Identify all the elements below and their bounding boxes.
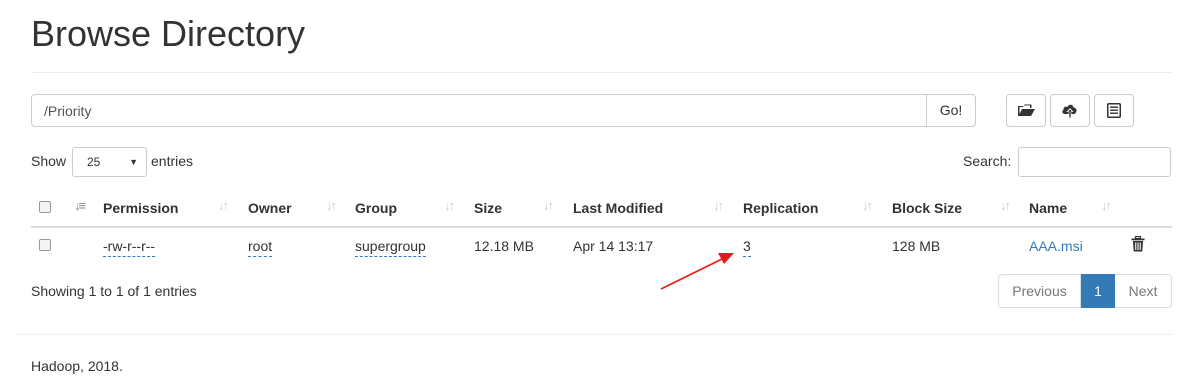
sort-icon[interactable]: ↓↑ <box>218 197 229 215</box>
sort-icon[interactable]: ↓↑ <box>1000 197 1011 215</box>
delete-button[interactable] <box>1131 235 1145 255</box>
sort-icon[interactable]: ↓≡ <box>74 197 86 215</box>
directory-path-input[interactable] <box>31 94 927 127</box>
sort-icon[interactable]: ↓↑ <box>444 197 455 215</box>
entries-length-select[interactable]: 25 ▼ <box>72 147 147 177</box>
search-input[interactable] <box>1018 147 1171 177</box>
next-page-button[interactable]: Next <box>1115 274 1172 308</box>
owner-cell[interactable]: root <box>248 237 273 257</box>
go-button[interactable]: Go! <box>926 94 976 127</box>
page-title: Browse Directory <box>31 13 306 54</box>
last-modified-cell: Apr 14 13:17 <box>573 238 654 254</box>
previous-page-button[interactable]: Previous <box>998 274 1081 308</box>
column-header-replication[interactable]: Replication <box>743 199 818 217</box>
cut-paste-button[interactable] <box>1094 94 1134 127</box>
column-header-block-size[interactable]: Block Size <box>892 199 962 217</box>
cloud-upload-icon <box>1061 103 1079 119</box>
search-label: Search: <box>963 153 1012 169</box>
block-size-cell: 128 MB <box>892 238 941 254</box>
group-cell[interactable]: supergroup <box>355 237 426 257</box>
trash-icon <box>1131 235 1145 255</box>
chevron-down-icon: ▼ <box>129 157 138 167</box>
row-checkbox[interactable] <box>39 239 51 251</box>
column-header-last-modified[interactable]: Last Modified <box>573 199 663 217</box>
entries-label: entries <box>151 153 194 169</box>
replication-cell[interactable]: 3 <box>743 237 751 257</box>
permission-cell[interactable]: -rw-r--r-- <box>103 237 156 257</box>
table-header-divider <box>31 226 1172 228</box>
upload-files-button[interactable] <box>1050 94 1090 127</box>
file-name-link[interactable]: AAA.msi <box>1029 237 1083 255</box>
current-page-button[interactable]: 1 <box>1081 274 1115 308</box>
column-header-owner[interactable]: Owner <box>248 199 292 217</box>
footer-divider <box>16 334 1172 335</box>
select-all-checkbox[interactable] <box>39 201 51 213</box>
entries-length-value: 25 <box>87 155 101 169</box>
sort-icon[interactable]: ↓↑ <box>543 197 554 215</box>
folder-open-icon <box>1017 104 1035 117</box>
column-header-size[interactable]: Size <box>474 199 502 217</box>
create-directory-button[interactable] <box>1006 94 1046 127</box>
table-info: Showing 1 to 1 of 1 entries <box>31 283 197 299</box>
list-alt-icon <box>1107 103 1121 118</box>
column-header-group[interactable]: Group <box>355 199 397 217</box>
sort-icon[interactable]: ↓↑ <box>326 197 337 215</box>
show-label: Show <box>31 153 67 169</box>
sort-icon[interactable]: ↓↑ <box>862 197 873 215</box>
sort-icon[interactable]: ↓↑ <box>1101 197 1112 215</box>
pagination: Previous 1 Next <box>998 274 1172 308</box>
annotation-arrow <box>660 253 734 290</box>
column-header-name[interactable]: Name <box>1029 199 1067 217</box>
sort-icon[interactable]: ↓↑ <box>713 197 724 215</box>
divider <box>31 72 1172 73</box>
column-header-permission[interactable]: Permission <box>103 199 178 217</box>
footer-text: Hadoop, 2018. <box>31 358 123 374</box>
size-cell: 12.18 MB <box>474 238 534 254</box>
